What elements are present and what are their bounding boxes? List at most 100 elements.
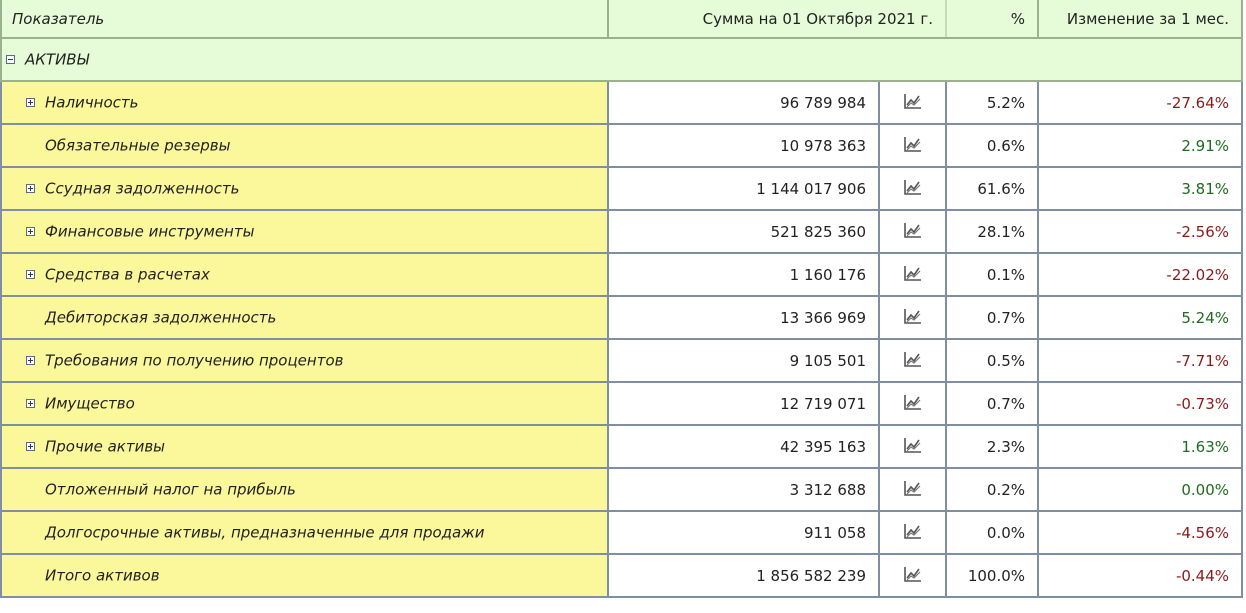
header-percent[interactable]: %: [945, 0, 1040, 39]
row-change: -0.73%: [1037, 381, 1244, 426]
row-change: -0.44%: [1037, 553, 1244, 598]
line-chart-icon[interactable]: [903, 136, 922, 156]
header-indicator[interactable]: Показатель: [0, 0, 609, 39]
line-chart-icon[interactable]: [903, 394, 922, 414]
plus-toggle-icon[interactable]: [26, 399, 35, 409]
table-row[interactable]: Наличность 96 789 984 5.2% -27.64%: [0, 80, 1244, 125]
row-change: -4.56%: [1037, 510, 1244, 555]
row-indicator-cell: Дебиторская задолженность: [0, 295, 609, 340]
line-chart-icon[interactable]: [903, 265, 922, 285]
row-change: 1.63%: [1037, 424, 1244, 469]
row-percent: 0.1%: [945, 252, 1040, 297]
row-label: Наличность: [45, 93, 139, 112]
row-percent: 0.7%: [945, 381, 1040, 426]
line-chart-icon[interactable]: [903, 566, 922, 586]
row-chart-cell: [877, 424, 948, 469]
plus-toggle-icon[interactable]: [26, 184, 35, 194]
row-indicator-cell: Обязательные резервы: [0, 123, 609, 168]
line-chart-icon[interactable]: [903, 523, 922, 543]
row-chart-cell: [877, 467, 948, 512]
row-chart-cell: [877, 381, 948, 426]
row-percent: 61.6%: [945, 166, 1040, 211]
row-value: 1 144 017 906: [607, 166, 880, 211]
row-label: Долгосрочные активы, предназначенные для…: [45, 523, 485, 542]
line-chart-icon[interactable]: [903, 222, 922, 242]
minus-toggle-icon[interactable]: [6, 55, 15, 65]
section-row-assets[interactable]: АКТИВЫ: [0, 37, 1244, 82]
row-indicator-cell: Финансовые инструменты: [0, 209, 609, 254]
row-chart-cell: [877, 209, 948, 254]
table-row[interactable]: Долгосрочные активы, предназначенные для…: [0, 510, 1244, 555]
row-percent: 5.2%: [945, 80, 1040, 125]
row-value: 911 058: [607, 510, 880, 555]
row-percent: 28.1%: [945, 209, 1040, 254]
row-indicator-cell: Наличность: [0, 80, 609, 125]
row-indicator-cell: Прочие активы: [0, 424, 609, 469]
row-percent: 0.2%: [945, 467, 1040, 512]
row-label: Обязательные резервы: [45, 136, 231, 155]
line-chart-icon[interactable]: [903, 93, 922, 113]
table-row[interactable]: Отложенный налог на прибыль 3 312 688 0.2%…: [0, 467, 1244, 512]
row-label: Требования по получению процентов: [45, 351, 344, 370]
row-value: 13 366 969: [607, 295, 880, 340]
row-chart-cell: [877, 123, 948, 168]
row-label: Отложенный налог на прибыль: [45, 480, 296, 499]
line-chart-icon[interactable]: [903, 308, 922, 328]
row-indicator-cell: Требования по получению процентов: [0, 338, 609, 383]
section-assets-cell: АКТИВЫ: [0, 37, 1244, 82]
row-value: 12 719 071: [607, 381, 880, 426]
header-change[interactable]: Изменение за 1 мес.: [1037, 0, 1244, 39]
row-change: -22.02%: [1037, 252, 1244, 297]
table-row[interactable]: Прочие активы 42 395 163 2.3% 1.63%: [0, 424, 1244, 469]
plus-toggle-icon[interactable]: [26, 227, 35, 237]
table-row[interactable]: Средства в расчетах 1 160 176 0.1% -22.02%: [0, 252, 1244, 297]
row-value: 96 789 984: [607, 80, 880, 125]
line-chart-icon[interactable]: [903, 480, 922, 500]
row-value: 521 825 360: [607, 209, 880, 254]
row-label: Имущество: [45, 394, 135, 413]
table-row[interactable]: Итого активов 1 856 582 239 100.0% -0.44%: [0, 553, 1244, 598]
row-chart-cell: [877, 166, 948, 211]
row-chart-cell: [877, 80, 948, 125]
row-value: 1 856 582 239: [607, 553, 880, 598]
plus-toggle-icon[interactable]: [26, 270, 35, 280]
row-change: 3.81%: [1037, 166, 1244, 211]
header-row: Показатель Сумма на 01 Октября 2021 г. %…: [0, 0, 1244, 39]
row-label: Итого активов: [45, 566, 160, 585]
assets-table: Показатель Сумма на 01 Октября 2021 г. %…: [0, 0, 1244, 598]
row-value: 1 160 176: [607, 252, 880, 297]
plus-toggle-icon[interactable]: [26, 442, 35, 452]
row-label: Дебиторская задолженность: [45, 308, 277, 327]
table-row[interactable]: Обязательные резервы 10 978 363 0.6% 2.91%: [0, 123, 1244, 168]
row-label: Ссудная задолженность: [45, 179, 240, 198]
row-chart-cell: [877, 295, 948, 340]
row-label: Прочие активы: [45, 437, 166, 456]
table-row[interactable]: Ссудная задолженность 1 144 017 906 61.6% 3…: [0, 166, 1244, 211]
row-label: Финансовые инструменты: [45, 222, 255, 241]
plus-toggle-icon[interactable]: [26, 98, 35, 108]
row-change: 2.91%: [1037, 123, 1244, 168]
table-row[interactable]: Дебиторская задолженность 13 366 969 0.7% 5…: [0, 295, 1244, 340]
row-chart-cell: [877, 510, 948, 555]
row-percent: 100.0%: [945, 553, 1040, 598]
row-indicator-cell: Средства в расчетах: [0, 252, 609, 297]
section-assets-label: АКТИВЫ: [25, 50, 89, 69]
row-percent: 0.6%: [945, 123, 1040, 168]
row-value: 3 312 688: [607, 467, 880, 512]
table-row[interactable]: Имущество 12 719 071 0.7% -0.73%: [0, 381, 1244, 426]
row-value: 10 978 363: [607, 123, 880, 168]
row-change: 0.00%: [1037, 467, 1244, 512]
header-sum-date[interactable]: Сумма на 01 Октября 2021 г.: [606, 0, 948, 39]
row-indicator-cell: Ссудная задолженность: [0, 166, 609, 211]
line-chart-icon[interactable]: [903, 437, 922, 457]
row-percent: 0.0%: [945, 510, 1040, 555]
line-chart-icon[interactable]: [903, 179, 922, 199]
plus-toggle-icon[interactable]: [26, 356, 35, 366]
table-row[interactable]: Финансовые инструменты 521 825 360 28.1% -2…: [0, 209, 1244, 254]
row-percent: 2.3%: [945, 424, 1040, 469]
table-row[interactable]: Требования по получению процентов 9 105 5…: [0, 338, 1244, 383]
row-change: -7.71%: [1037, 338, 1244, 383]
line-chart-icon[interactable]: [903, 351, 922, 371]
row-percent: 0.7%: [945, 295, 1040, 340]
row-value: 9 105 501: [607, 338, 880, 383]
